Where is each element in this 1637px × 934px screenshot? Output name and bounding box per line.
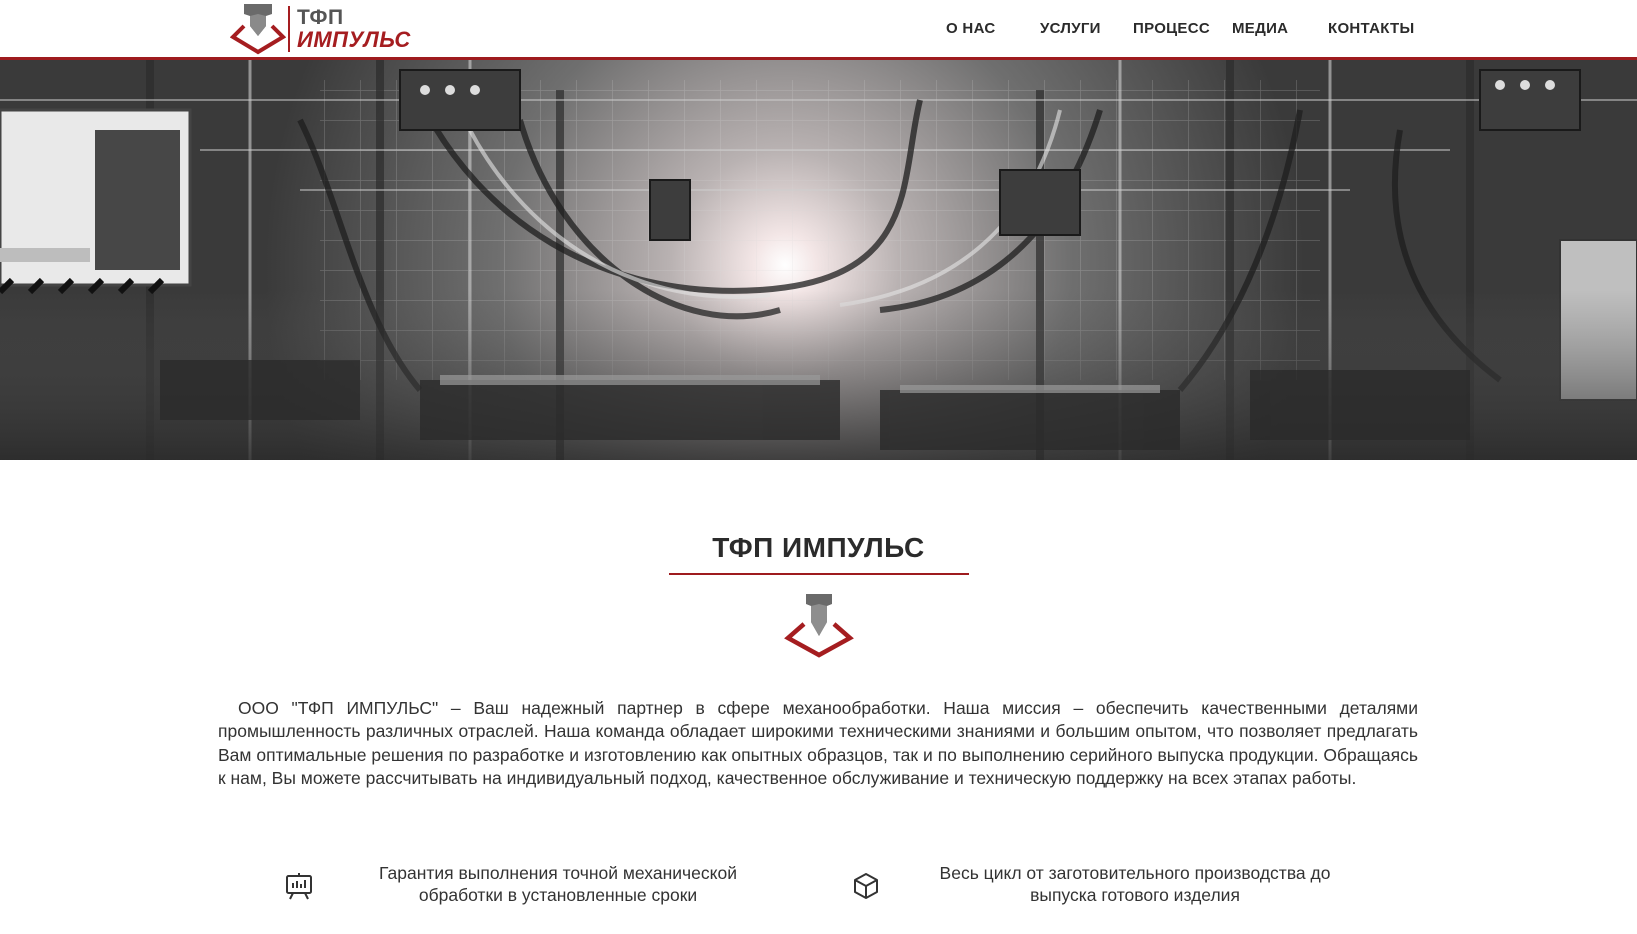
nav-services[interactable]: УСЛУГИ [1040, 20, 1101, 37]
title-underline [669, 573, 969, 575]
factory-image [0, 60, 1637, 460]
feature-full-cycle-text: Весь цикл от заготовительного производст… [939, 863, 1331, 905]
feature-precision-text: Гарантия выполнения точной механической … [379, 863, 737, 905]
logo-line1: ТФП [297, 6, 344, 29]
logo-divider [288, 6, 290, 52]
presentation-chart-icon [286, 873, 312, 900]
box-cube-icon [854, 873, 878, 899]
site-header: ТФП ИМПУЛЬС О НАС УСЛУГИ ПРОЦЕСС МЕДИА К… [0, 0, 1637, 60]
nav-about[interactable]: О НАС [946, 20, 995, 37]
page-title: ТФП ИМПУЛЬС [712, 532, 925, 563]
nav-contacts[interactable]: КОНТАКТЫ [1328, 20, 1414, 37]
nav-process[interactable]: ПРОЦЕСС [1133, 20, 1210, 37]
feature-precision: Гарантия выполнения точной механической … [284, 862, 758, 906]
nav-media[interactable]: МЕДИА [1232, 20, 1288, 37]
logo-line2: ИМПУЛЬС [297, 27, 411, 52]
logo-text: ТФП ИМПУЛЬС [297, 7, 411, 51]
feature-full-cycle: Весь цикл от заготовительного производст… [851, 862, 1365, 906]
logo[interactable]: ТФП ИМПУЛЬС [230, 2, 411, 56]
brand-mark-icon [784, 594, 854, 658]
about-text: ООО "ТФП ИМПУЛЬС" – Ваш надежный партнер… [218, 698, 1418, 788]
hero-image [0, 60, 1637, 460]
logo-mark-icon [230, 4, 286, 55]
